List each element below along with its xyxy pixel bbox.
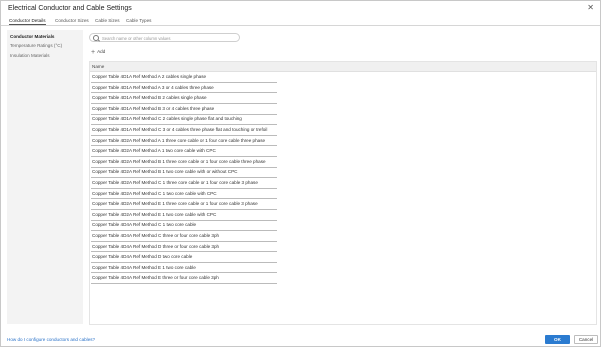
table-cell-name: Copper Table 4D2A Ref Method A 1 two cor…	[92, 148, 216, 154]
table-cell-name: Copper Table 4D1A Ref Method C 2 cables …	[92, 116, 242, 122]
table-row[interactable]: Copper Table 4D1A Ref Method C 3 or 4 ca…	[90, 125, 596, 136]
table-cell-name: Copper Table 4D2A Ref Method E 1 three c…	[92, 201, 258, 207]
sidebar: Conductor Materials Temperature Ratings …	[7, 30, 83, 324]
table-row[interactable]: Copper Table 4D4A Ref Method D three or …	[90, 242, 596, 253]
plus-icon: +	[91, 49, 96, 56]
dialog-footer: How do I configure conductors and cables…	[1, 332, 600, 348]
table-row[interactable]: Copper Table 4D1A Ref Method B 2 cables …	[90, 93, 596, 104]
table-row[interactable]: Copper Table 4D4A Ref Method E 1 two cor…	[90, 263, 596, 274]
sidebar-item-temperature-ratings[interactable]: Temperature Ratings (°C)	[10, 43, 62, 48]
close-icon[interactable]: ✕	[587, 4, 594, 12]
table-row[interactable]: Copper Table 4D2A Ref Method C 1 three c…	[90, 178, 596, 189]
table-cell-name: Copper Table 4D2A Ref Method B 1 two cor…	[92, 169, 238, 175]
title-bar: Electrical Conductor and Cable Settings …	[1, 1, 600, 16]
table-row[interactable]: Copper Table 4D4A Ref Method C 1 two cor…	[90, 220, 596, 231]
materials-table: Name Copper Table 4D1A Ref Method A 2 ca…	[89, 61, 597, 325]
tab-cable-types[interactable]: Cable Types	[126, 18, 151, 23]
table-row[interactable]: Copper Table 4D2A Ref Method E 1 two cor…	[90, 210, 596, 221]
table-cell-name: Copper Table 4D4A Ref Method E three or …	[92, 275, 219, 281]
tab-conductor-sizes[interactable]: Conductor Sizes	[55, 18, 89, 23]
search-icon	[93, 35, 99, 41]
table-cell-name: Copper Table 4D4A Ref Method E 1 two cor…	[92, 264, 196, 270]
table-row[interactable]: Copper Table 4D4A Ref Method C three or …	[90, 231, 596, 242]
table-row[interactable]: Copper Table 4D2A Ref Method B 1 two cor…	[90, 167, 596, 178]
table-cell-name: Copper Table 4D4A Ref Method D two core …	[92, 254, 193, 260]
table-row[interactable]: Copper Table 4D1A Ref Method B 3 or 4 ca…	[90, 104, 596, 115]
table-cell-name: Copper Table 4D2A Ref Method C 1 three c…	[92, 179, 258, 185]
table-cell-name: Copper Table 4D2A Ref Method E 1 two cor…	[92, 211, 217, 217]
table-row[interactable]: Copper Table 4D2A Ref Method C 1 two cor…	[90, 189, 596, 200]
table-cell-name: Copper Table 4D1A Ref Method B 2 cables …	[92, 95, 207, 101]
table-cell-name: Copper Table 4D2A Ref Method B 1 three c…	[92, 158, 266, 164]
ok-button[interactable]: OK	[545, 335, 570, 344]
table-row[interactable]: Copper Table 4D2A Ref Method A 1 two cor…	[90, 146, 596, 157]
sidebar-item-insulation-materials[interactable]: Insulation Materials	[10, 53, 50, 58]
table-header: Name	[90, 62, 596, 72]
column-header-name[interactable]: Name	[92, 64, 104, 69]
row-underline	[91, 283, 277, 284]
table-row[interactable]: Copper Table 4D1A Ref Method A 2 cables …	[90, 72, 596, 83]
table-cell-name: Copper Table 4D1A Ref Method A 2 cables …	[92, 74, 207, 79]
table-cell-name: Copper Table 4D2A Ref Method C 1 two cor…	[92, 190, 217, 196]
table-cell-name: Copper Table 4D1A Ref Method C 3 or 4 ca…	[92, 126, 268, 132]
search-input[interactable]	[102, 35, 232, 41]
settings-dialog: Electrical Conductor and Cable Settings …	[0, 0, 601, 347]
help-link[interactable]: How do I configure conductors and cables…	[7, 337, 95, 342]
table-row[interactable]: Copper Table 4D4A Ref Method D two core …	[90, 252, 596, 263]
table-cell-name: Copper Table 4D1A Ref Method A 3 or 4 ca…	[92, 84, 214, 90]
table-row[interactable]: Copper Table 4D2A Ref Method E 1 three c…	[90, 199, 596, 210]
add-button-label: Add	[97, 49, 106, 54]
tab-cable-sizes[interactable]: Cable Sizes	[95, 18, 120, 23]
dialog-title: Electrical Conductor and Cable Settings	[8, 5, 132, 12]
table-row[interactable]: Copper Table 4D1A Ref Method C 2 cables …	[90, 114, 596, 125]
table-cell-name: Copper Table 4D1A Ref Method B 3 or 4 ca…	[92, 105, 215, 111]
table-cell-name: Copper Table 4D4A Ref Method D three or …	[92, 243, 220, 249]
tab-bar: Conductor Details Conductor Sizes Cable …	[1, 16, 600, 26]
table-body: Copper Table 4D1A Ref Method A 2 cables …	[90, 72, 596, 284]
tab-conductor-details[interactable]: Conductor Details	[9, 18, 46, 25]
cancel-button[interactable]: Cancel	[574, 335, 598, 344]
table-cell-name: Copper Table 4D4A Ref Method C three or …	[92, 232, 220, 238]
table-cell-name: Copper Table 4D2A Ref Method A 1 three c…	[92, 137, 266, 143]
table-row[interactable]: Copper Table 4D4A Ref Method E three or …	[90, 273, 596, 284]
sidebar-item-conductor-materials[interactable]: Conductor Materials	[10, 34, 54, 39]
search-box[interactable]	[89, 33, 240, 42]
table-cell-name: Copper Table 4D4A Ref Method C 1 two cor…	[92, 222, 197, 228]
table-row[interactable]: Copper Table 4D2A Ref Method B 1 three c…	[90, 157, 596, 168]
table-row[interactable]: Copper Table 4D1A Ref Method A 3 or 4 ca…	[90, 83, 596, 94]
table-row[interactable]: Copper Table 4D2A Ref Method A 1 three c…	[90, 136, 596, 147]
add-button[interactable]: + Add	[91, 49, 105, 56]
